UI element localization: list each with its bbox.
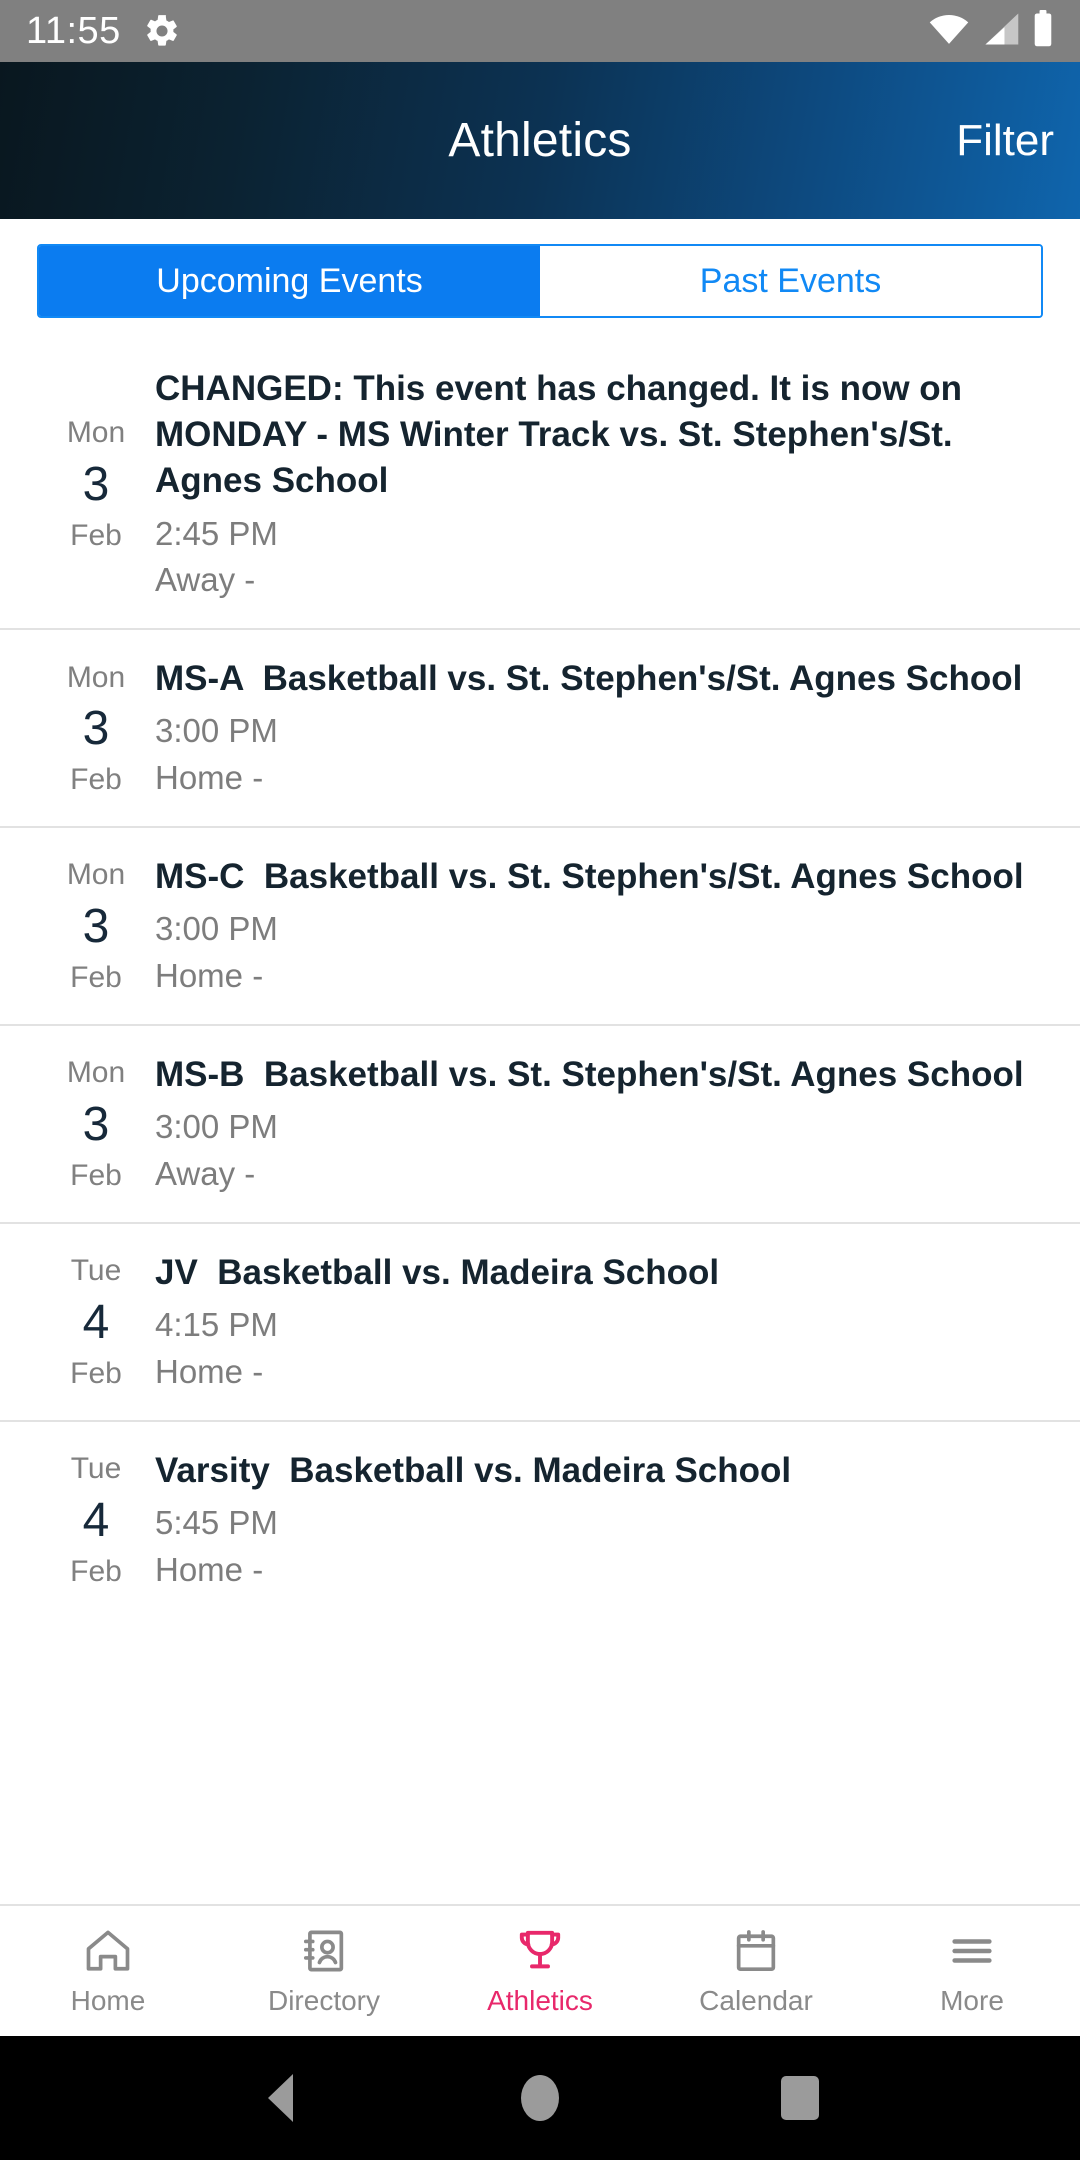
event-location: Home - [155, 957, 264, 995]
event-row[interactable]: Mon 3 Feb MS-B Basketball vs. St. Stephe… [0, 1026, 1080, 1224]
event-day-number: 3 [82, 899, 110, 953]
event-row[interactable]: Tue 4 Feb Varsity Basketball vs. Madeira… [0, 1422, 1080, 1618]
event-details: CHANGED: This event has changed. It is n… [155, 340, 1043, 628]
gear-icon [143, 12, 181, 50]
app-header: Athletics Filter [0, 62, 1080, 219]
event-details: MS-C Basketball vs. St. Stephen's/St. Ag… [155, 828, 1043, 1024]
status-time: 11:55 [26, 9, 121, 52]
battery-full-icon [1032, 9, 1054, 53]
cellular-signal-icon [982, 11, 1020, 52]
nav-item-athletics[interactable]: Athletics [432, 1925, 648, 2017]
event-month: Feb [70, 1357, 122, 1391]
event-month: Feb [70, 961, 122, 995]
wifi-icon [928, 11, 970, 52]
directory-icon [298, 1925, 350, 1977]
nav-label-calendar: Calendar [699, 1985, 813, 2016]
event-date: Tue 4 Feb [37, 1422, 155, 1618]
android-system-nav [0, 2036, 1080, 2160]
hamburger-menu-icon [946, 1925, 998, 1977]
event-date: Mon 3 Feb [37, 340, 155, 628]
event-row[interactable]: Mon 3 Feb MS-A Basketball vs. St. Stephe… [0, 630, 1080, 829]
tab-past-events[interactable]: Past Events [540, 246, 1041, 316]
event-time: 3:00 PM [155, 1108, 278, 1146]
nav-label-more: More [940, 1985, 1004, 2016]
event-day-number: 3 [82, 1097, 110, 1151]
nav-item-calendar[interactable]: Calendar [648, 1925, 864, 2017]
status-indicators [928, 9, 1054, 53]
event-month: Feb [70, 519, 122, 553]
home-circle-icon[interactable] [495, 2053, 585, 2143]
event-day-number: 4 [82, 1493, 110, 1547]
event-row[interactable]: Mon 3 Feb CHANGED: This event has change… [0, 340, 1080, 631]
calendar-icon [730, 1925, 782, 1977]
event-details: Varsity Basketball vs. Madeira School 5:… [155, 1422, 1043, 1618]
event-location: Home - [155, 759, 264, 797]
bottom-navigation: Home Directory Athletics Calendar More [0, 1904, 1080, 2036]
phone-screen: 11:55 Athletics Filter Upcoming Events P… [0, 0, 1080, 2160]
event-day-of-week: Mon [66, 858, 126, 892]
nav-item-more[interactable]: More [864, 1925, 1080, 2017]
event-time: 2:45 PM [155, 514, 278, 552]
nav-label-directory: Directory [267, 1985, 380, 2016]
event-location: Away - [155, 561, 256, 599]
event-location: Home - [155, 1550, 264, 1588]
nav-label-athletics: Athletics [487, 1985, 593, 2016]
trophy-icon [514, 1925, 566, 1977]
recents-square-icon[interactable] [755, 2053, 845, 2143]
event-date: Mon 3 Feb [37, 828, 155, 1024]
status-bar: 11:55 [0, 0, 1080, 62]
filter-button[interactable]: Filter [956, 116, 1054, 166]
event-title: MS-B Basketball vs. St. Stephen's/St. Ag… [155, 1055, 1024, 1095]
event-day-number: 3 [82, 457, 110, 511]
event-day-of-week: Mon [66, 1056, 126, 1090]
event-row[interactable]: Mon 3 Feb MS-C Basketball vs. St. Stephe… [0, 828, 1080, 1027]
event-date: Mon 3 Feb [37, 1026, 155, 1222]
event-month: Feb [70, 1555, 122, 1589]
back-triangle-icon[interactable] [235, 2053, 325, 2143]
nav-item-directory[interactable]: Directory [216, 1925, 432, 2017]
event-month: Feb [70, 763, 122, 797]
event-title: JV Basketball vs. Madeira School [155, 1253, 720, 1292]
event-title: CHANGED: This event has changed. It is n… [155, 369, 972, 501]
event-details: JV Basketball vs. Madeira School 4:15 PM… [155, 1224, 1043, 1420]
event-location: Home - [155, 1353, 264, 1391]
event-day-of-week: Mon [66, 660, 126, 694]
event-title: MS-A Basketball vs. St. Stephen's/St. Ag… [155, 659, 1023, 699]
segmented-control: Upcoming Events Past Events [37, 244, 1043, 318]
nav-item-home[interactable]: Home [0, 1925, 216, 2017]
home-icon [82, 1925, 134, 1977]
event-title: MS-C Basketball vs. St. Stephen's/St. Ag… [155, 857, 1024, 897]
event-time: 3:00 PM [155, 712, 278, 750]
event-time: 3:00 PM [155, 910, 278, 948]
event-details: MS-B Basketball vs. St. Stephen's/St. Ag… [155, 1026, 1043, 1222]
nav-label-home: Home [70, 1985, 146, 2016]
event-title: Varsity Basketball vs. Madeira School [155, 1450, 792, 1490]
event-list[interactable]: Mon 3 Feb CHANGED: This event has change… [0, 340, 1080, 1904]
tabs-container: Upcoming Events Past Events [0, 219, 1080, 340]
event-time: 4:15 PM [155, 1306, 278, 1344]
event-time: 5:45 PM [155, 1504, 278, 1542]
event-day-number: 4 [82, 1295, 110, 1349]
event-day-of-week: Tue [70, 1452, 122, 1486]
event-day-of-week: Mon [66, 416, 126, 450]
event-date: Tue 4 Feb [37, 1224, 155, 1420]
event-details: MS-A Basketball vs. St. Stephen's/St. Ag… [155, 630, 1043, 826]
event-day-of-week: Tue [70, 1254, 122, 1288]
event-row[interactable]: Tue 4 Feb JV Basketball vs. Madeira Scho… [0, 1224, 1080, 1422]
tab-upcoming-events[interactable]: Upcoming Events [39, 246, 540, 316]
event-date: Mon 3 Feb [37, 630, 155, 826]
event-day-number: 3 [82, 702, 110, 756]
event-location: Away - [155, 1155, 256, 1193]
page-title: Athletics [448, 114, 632, 167]
event-month: Feb [70, 1159, 122, 1193]
